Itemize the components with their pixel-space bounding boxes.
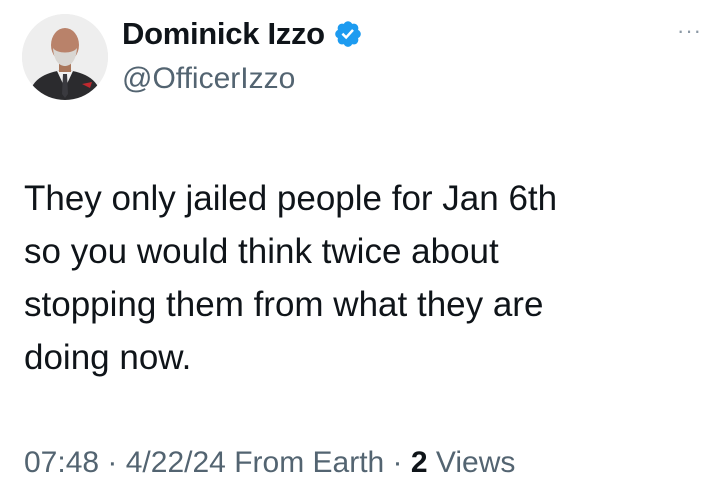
- tweet-card: Dominick Izzo @OfficerIzzo ··· They only…: [0, 0, 720, 495]
- tweet-text: They only jailed people for Jan 6th so y…: [24, 179, 558, 377]
- author-display-name[interactable]: Dominick Izzo: [122, 16, 325, 52]
- tweet-source: From Earth: [234, 446, 385, 479]
- tweet-meta: 07:48 · 4/22/24 From Earth · 2 Views: [24, 446, 515, 480]
- avatar[interactable]: [22, 14, 108, 100]
- tweet-time[interactable]: 07:48: [24, 446, 99, 479]
- meta-separator: ·: [384, 446, 411, 479]
- author-name-row[interactable]: Dominick Izzo: [122, 14, 363, 54]
- verified-badge-icon[interactable]: [333, 19, 363, 49]
- views-label[interactable]: Views: [436, 446, 515, 479]
- meta-separator: ·: [99, 446, 126, 479]
- more-options-icon[interactable]: ···: [677, 20, 702, 42]
- tweet-date[interactable]: 4/22/24: [126, 446, 226, 479]
- author-handle[interactable]: @OfficerIzzo: [122, 62, 295, 96]
- views-count[interactable]: 2: [411, 446, 428, 479]
- avatar-image: [22, 14, 108, 100]
